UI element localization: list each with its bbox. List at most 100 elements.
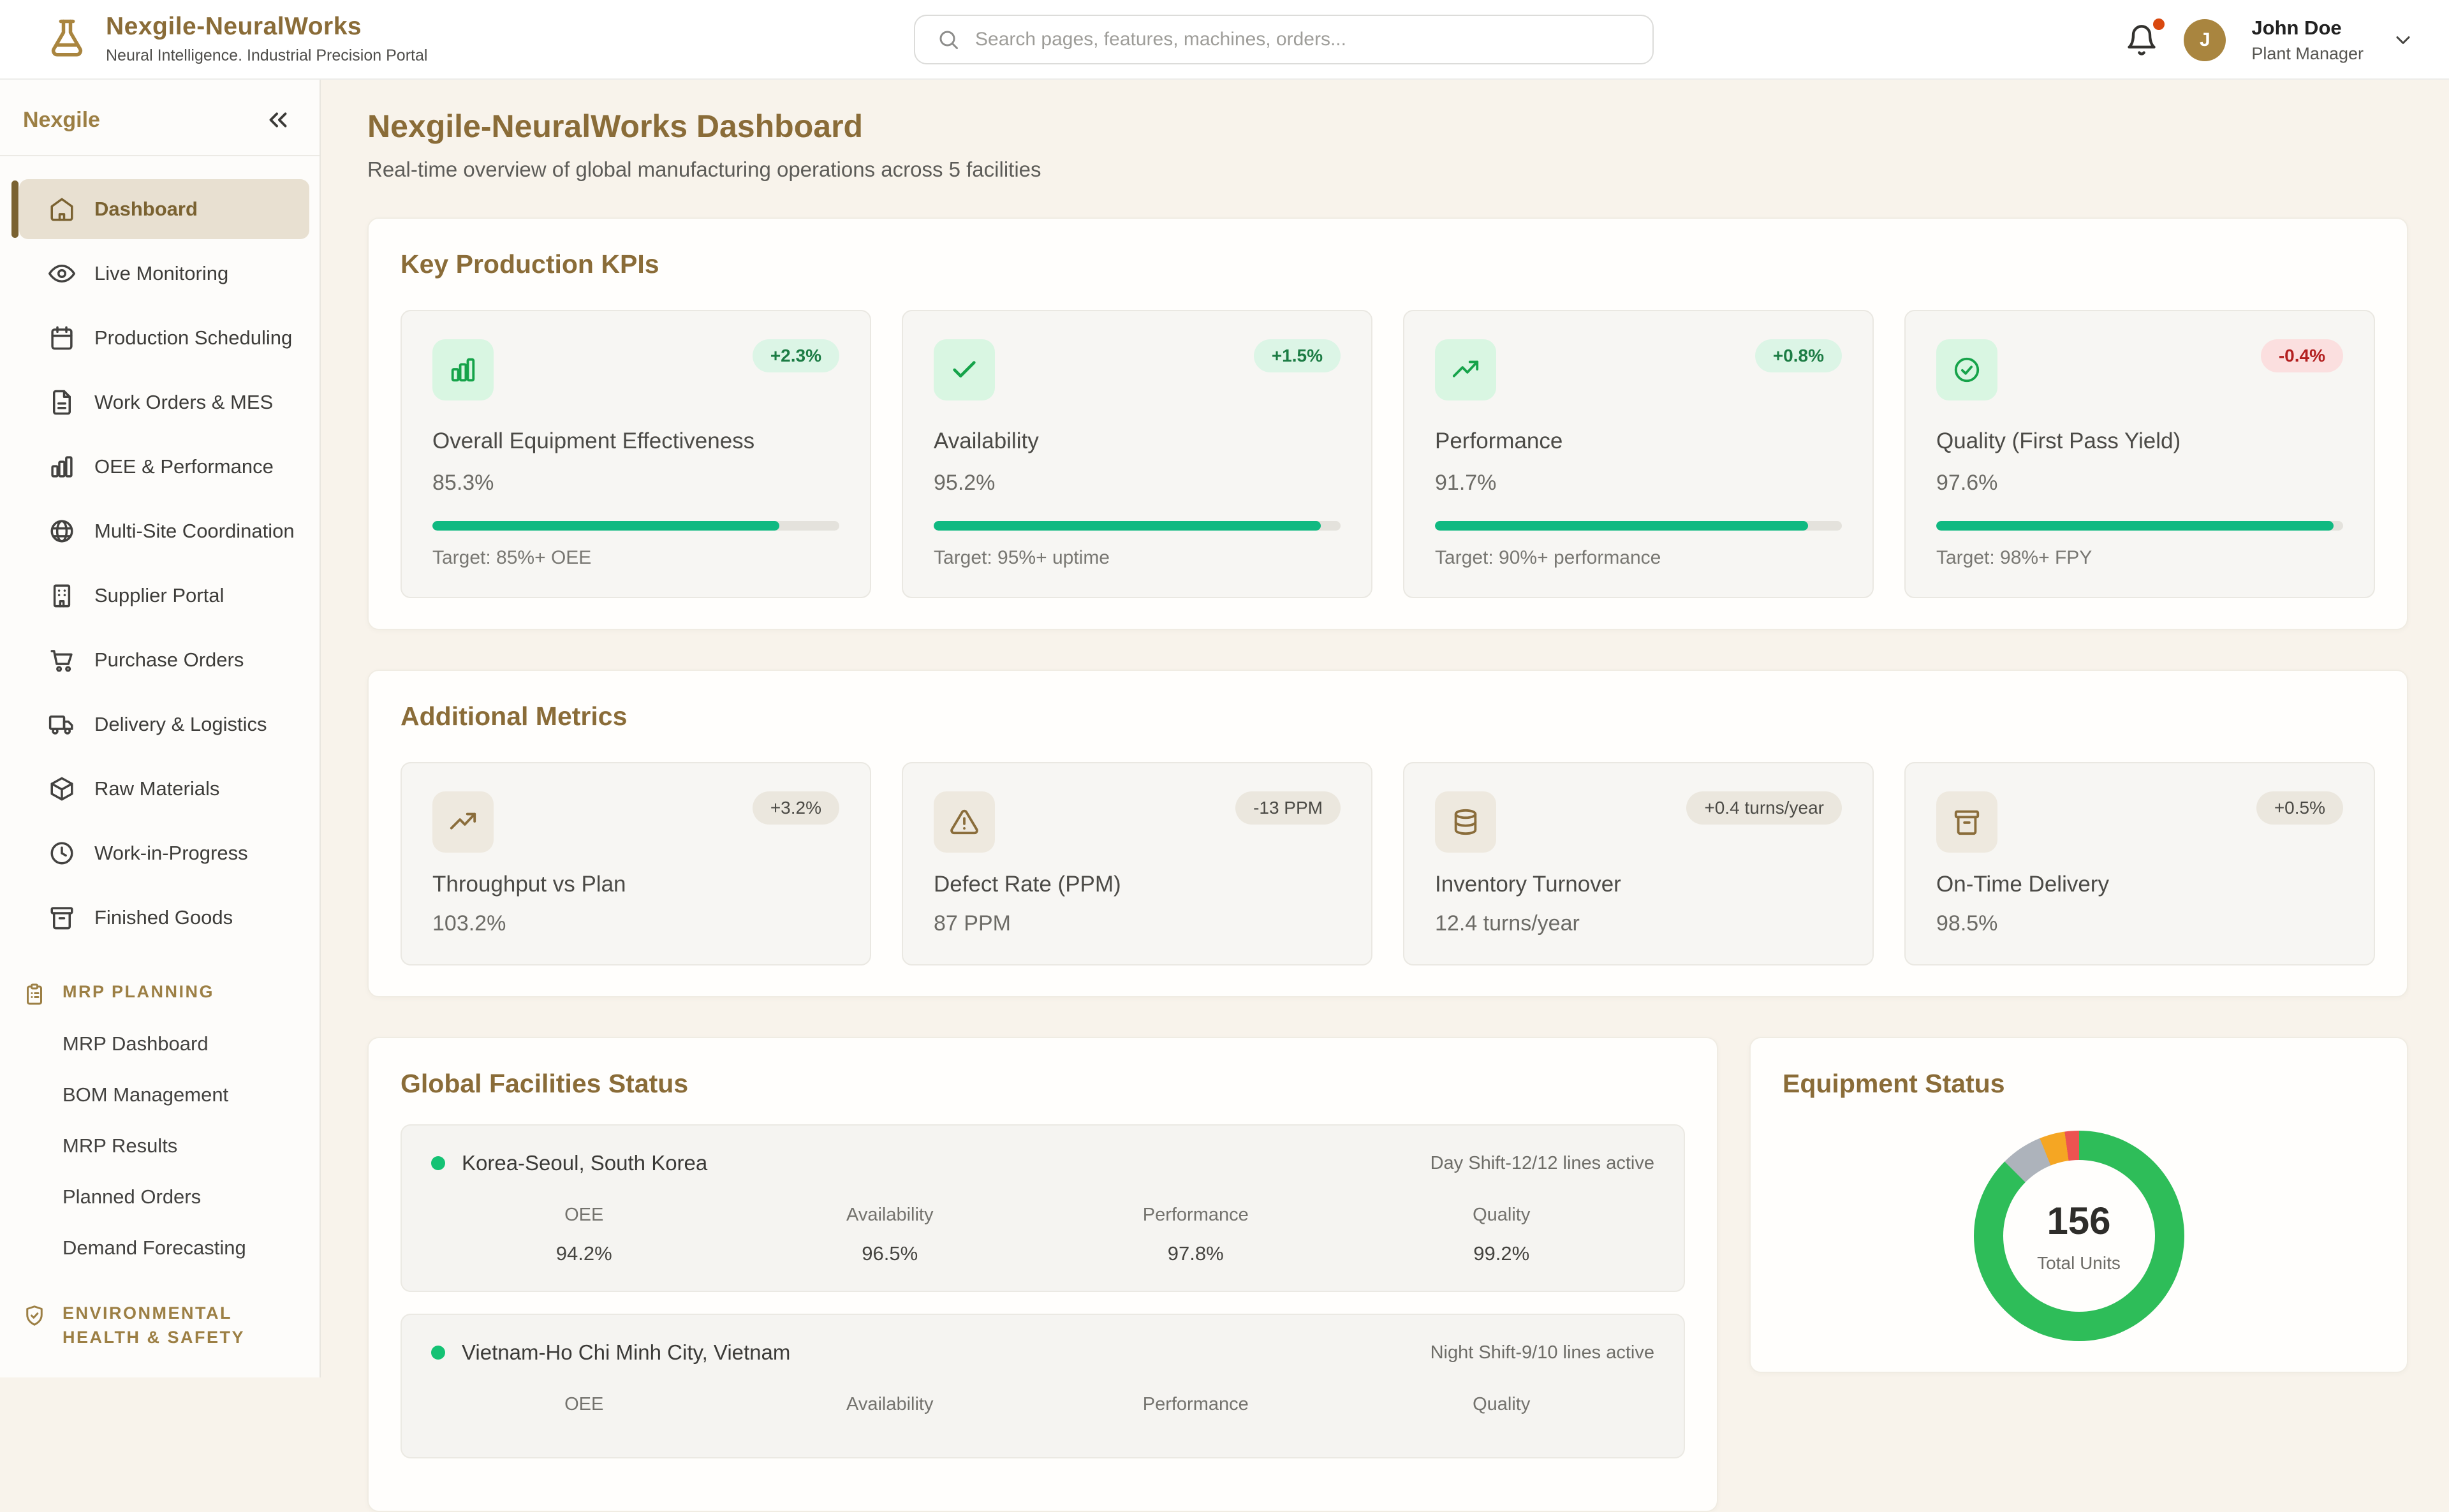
facility-shift-status: Day Shift-12/12 lines active [1430, 1153, 1654, 1174]
file-text-icon [48, 389, 75, 416]
facility-metric-label: Availability [737, 1394, 1043, 1415]
sidebar-item-work-orders-mes[interactable]: Work Orders & MES [19, 372, 309, 432]
global-search[interactable] [914, 15, 1654, 64]
facility-metric-value: 99.2% [1349, 1242, 1655, 1265]
search-input[interactable] [975, 29, 1631, 50]
sidebar-section-environmental-health-safety: ENVIRONMENTAL HEALTH & SAFETY [19, 1273, 309, 1363]
sidebar-item-raw-materials[interactable]: Raw Materials [19, 759, 309, 819]
brand: Nexgile-NeuralWorks Neural Intelligence.… [46, 13, 427, 65]
sidebar-item-supplier-portal[interactable]: Supplier Portal [19, 566, 309, 626]
alert-triangle-icon [934, 791, 995, 853]
kpi-section: Key Production KPIs +2.3%Overall Equipme… [367, 217, 2408, 630]
metric-title: On-Time Delivery [1936, 872, 2343, 897]
additional-metrics-section: Additional Metrics +3.2%Throughput vs Pl… [367, 670, 2408, 997]
kpi-title: Quality (First Pass Yield) [1936, 429, 2343, 454]
facility-metric-label: Quality [1349, 1205, 1655, 1226]
sidebar-nav: DashboardLive MonitoringProduction Sched… [0, 156, 320, 1377]
trend-badge: -0.4% [2261, 339, 2343, 372]
sidebar-item-production-scheduling[interactable]: Production Scheduling [19, 308, 309, 368]
database-icon [1435, 791, 1496, 853]
archive-icon [48, 904, 75, 931]
top-header: Nexgile-NeuralWorks Neural Intelligence.… [0, 0, 2449, 80]
user-meta: John Doe Plant Manager [2251, 17, 2364, 64]
flask-logo-icon [46, 18, 88, 60]
sidebar: Nexgile DashboardLive MonitoringProducti… [0, 80, 321, 1377]
metric-value: 103.2% [432, 911, 839, 936]
bar-chart-icon [48, 453, 75, 480]
sidebar-item-dashboard[interactable]: Dashboard [19, 179, 309, 239]
sidebar-item-safety-dashboard[interactable]: Safety Dashboard [19, 1363, 309, 1377]
kpi-section-title: Key Production KPIs [401, 249, 2375, 279]
kpi-card-performance: +0.8%Performance91.7%Target: 90%+ perfor… [1403, 310, 1874, 598]
equipment-total-units: 156 [2047, 1199, 2110, 1243]
sidebar-item-mrp-dashboard[interactable]: MRP Dashboard [19, 1018, 309, 1069]
notification-dot [2153, 18, 2165, 30]
package-icon [48, 775, 75, 802]
metric-card-defect-rate-ppm: -13 PPMDefect Rate (PPM)87 PPM [902, 762, 1372, 965]
sidebar-item-oee-performance[interactable]: OEE & Performance [19, 437, 309, 497]
facility-metric-label: OEE [431, 1205, 737, 1226]
notifications-bell-icon[interactable] [2125, 24, 2158, 57]
kpi-card-availability: +1.5%Availability95.2%Target: 95%+ uptim… [902, 310, 1372, 598]
sidebar-item-finished-goods[interactable]: Finished Goods [19, 888, 309, 948]
facility-shift-status: Night Shift-9/10 lines active [1430, 1342, 1654, 1363]
search-icon [937, 28, 960, 51]
facility-name: Korea-Seoul, South Korea [462, 1151, 707, 1175]
sidebar-item-demand-forecasting[interactable]: Demand Forecasting [19, 1222, 309, 1273]
facilities-section: Global Facilities Status Korea-Seoul, So… [367, 1037, 1718, 1512]
metric-value: 87 PPM [934, 911, 1341, 936]
sidebar-item-multi-site-coordination[interactable]: Multi-Site Coordination [19, 501, 309, 561]
kpi-progress-bar [1435, 521, 1842, 531]
facility-metric-value: 97.8% [1043, 1242, 1349, 1265]
kpi-value: 85.3% [432, 471, 839, 495]
metric-card-throughput-vs-plan: +3.2%Throughput vs Plan103.2% [401, 762, 871, 965]
facility-metric-value: 96.5% [737, 1242, 1043, 1265]
main-content: Nexgile-NeuralWorks Dashboard Real-time … [321, 80, 2449, 1512]
page-title: Nexgile-NeuralWorks Dashboard [367, 108, 2408, 145]
trend-badge: +0.4 turns/year [1686, 791, 1842, 825]
brand-tagline: Neural Intelligence. Industrial Precisio… [106, 47, 427, 65]
kpi-progress-bar [934, 521, 1341, 531]
trend-badge: +3.2% [753, 791, 839, 825]
globe-icon [48, 518, 75, 545]
sidebar-item-purchase-orders[interactable]: Purchase Orders [19, 630, 309, 690]
metric-title: Inventory Turnover [1435, 872, 1842, 897]
equipment-status-section: Equipment Status 156 Total Units [1749, 1037, 2408, 1373]
metric-card-on-time-delivery: +0.5%On-Time Delivery98.5% [1904, 762, 2375, 965]
trend-badge: +0.8% [1755, 339, 1842, 372]
sidebar-section-mrp-planning: MRP PLANNING [19, 952, 309, 1018]
trending-up-icon [1435, 339, 1496, 400]
sidebar-item-delivery-logistics[interactable]: Delivery & Logistics [19, 694, 309, 754]
metric-value: 12.4 turns/year [1435, 911, 1842, 936]
sidebar-item-bom-management[interactable]: BOM Management [19, 1069, 309, 1120]
facility-name: Vietnam-Ho Chi Minh City, Vietnam [462, 1340, 790, 1365]
facility-metric-label: Quality [1349, 1394, 1655, 1415]
metrics-section-title: Additional Metrics [401, 701, 2375, 731]
avatar[interactable]: J [2184, 19, 2226, 61]
sidebar-item-work-in-progress[interactable]: Work-in-Progress [19, 823, 309, 883]
calendar-icon [48, 325, 75, 351]
sidebar-item-mrp-results[interactable]: MRP Results [19, 1120, 309, 1171]
facilities-section-title: Global Facilities Status [401, 1069, 1685, 1099]
sidebar-item-live-monitoring[interactable]: Live Monitoring [19, 244, 309, 304]
equipment-total-label: Total Units [2037, 1253, 2121, 1273]
facility-metric-label: Performance [1043, 1205, 1349, 1226]
collapse-sidebar-icon[interactable] [263, 105, 293, 135]
building-icon [48, 582, 75, 609]
shield-check-icon [23, 1304, 46, 1327]
facility-metric-label: Performance [1043, 1394, 1349, 1415]
chevron-down-icon[interactable] [2392, 29, 2415, 52]
trend-badge: +0.5% [2256, 791, 2343, 825]
page-subtitle: Real-time overview of global manufacturi… [367, 158, 2408, 182]
kpi-title: Availability [934, 429, 1341, 454]
metric-card-inventory-turnover: +0.4 turns/year Inventory Turnover 12.4 tu… [1403, 762, 1874, 965]
kpi-title: Performance [1435, 429, 1842, 454]
kpi-value: 97.6% [1936, 471, 2343, 495]
check-circle-icon [1936, 339, 1997, 400]
sidebar-item-planned-orders[interactable]: Planned Orders [19, 1171, 309, 1222]
bar-chart-icon [432, 339, 494, 400]
archive-icon [1936, 791, 1997, 853]
status-dot [431, 1346, 445, 1360]
user-role: Plant Manager [2251, 44, 2364, 64]
kpi-target: Target: 90%+ performance [1435, 547, 1842, 569]
